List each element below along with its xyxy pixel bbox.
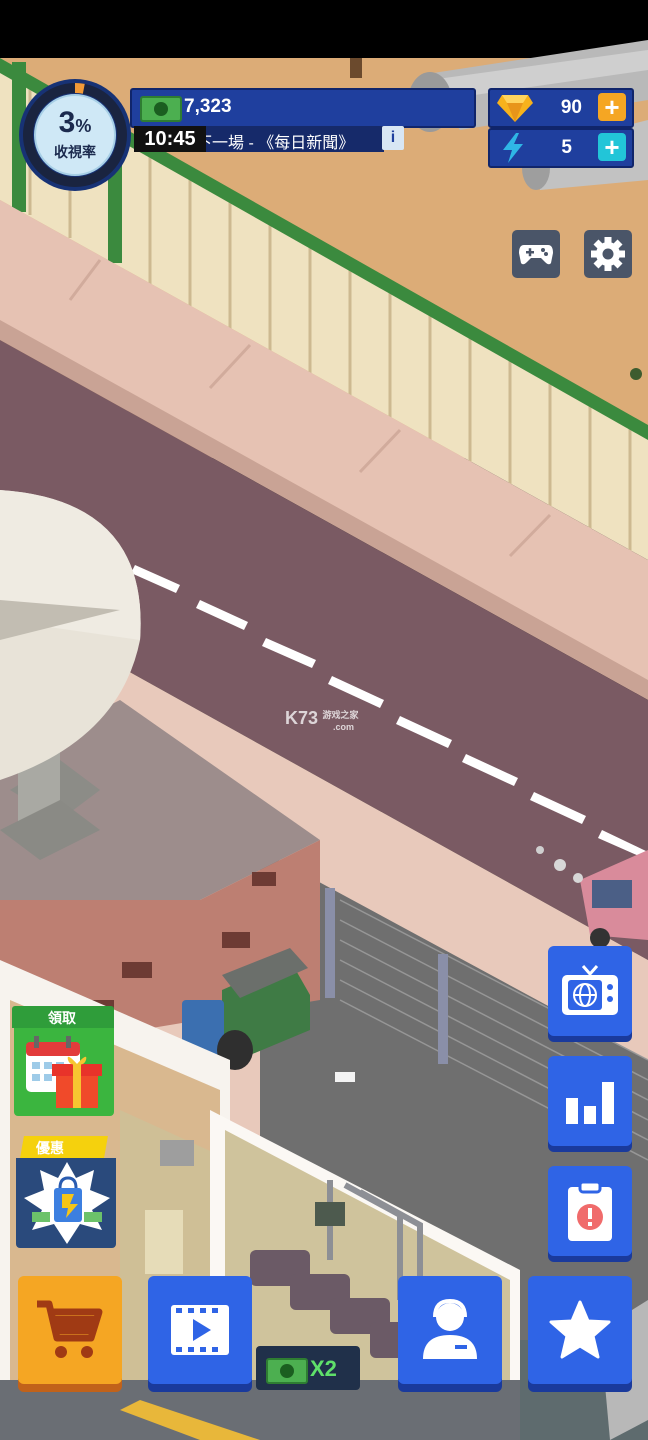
rating-value: 3	[58, 106, 76, 139]
tv-globe-icon	[562, 965, 618, 1015]
gems-bar: 90 +	[488, 88, 634, 128]
broadcast-button[interactable]	[548, 946, 632, 1036]
rating-label: 收視率	[54, 144, 96, 160]
shop-button[interactable]	[18, 1276, 122, 1384]
money-icon	[266, 1358, 308, 1384]
add-energy-button[interactable]: +	[598, 133, 626, 161]
rating-dial[interactable]: 3% 收視率	[16, 76, 134, 194]
money-multiplier-badge: X2	[256, 1346, 360, 1390]
calendar-gift-icon	[26, 1036, 102, 1108]
gem-icon	[497, 95, 533, 122]
stats-button[interactable]	[548, 1056, 632, 1146]
watermark: K73 游戏之家 .com	[285, 708, 359, 732]
watermark-sub: 游戏之家	[322, 710, 359, 720]
shopping-bag-icon	[24, 1162, 110, 1244]
star-icon	[549, 1300, 611, 1359]
bar-chart-icon	[566, 1082, 614, 1124]
settings-button[interactable]	[584, 230, 632, 278]
watermark-brand: K73	[285, 708, 319, 728]
energy-value: 5	[561, 137, 572, 158]
clock-time: 10:45	[134, 126, 206, 152]
minigame-button[interactable]	[512, 230, 560, 278]
favorites-button[interactable]	[528, 1276, 632, 1384]
energy-bar: 5 +	[488, 128, 634, 168]
watermark-domain: .com	[333, 722, 355, 732]
rating-unit: %	[75, 116, 92, 136]
lightning-icon	[503, 133, 523, 163]
gems-value: 90	[560, 97, 582, 118]
clipboard-alert-icon	[568, 1180, 612, 1241]
add-gems-button[interactable]: +	[598, 93, 626, 121]
staff-icon	[423, 1298, 477, 1359]
daily-reward-label: 領取	[48, 1010, 76, 1026]
daily-reward-button[interactable]: 領取	[12, 1006, 114, 1118]
multiplier-label: X2	[310, 1356, 337, 1381]
offer-label: 優惠	[36, 1140, 64, 1156]
money-bar: 7,323	[130, 88, 476, 128]
special-offer-button[interactable]: 優惠	[14, 1136, 116, 1248]
cart-icon	[37, 1300, 103, 1358]
video-icon	[171, 1305, 229, 1355]
watch-video-button[interactable]	[148, 1276, 252, 1384]
staff-button[interactable]	[398, 1276, 502, 1384]
gamepad-icon	[519, 245, 553, 265]
ticker-text: 下一場 - 《每日新聞》	[196, 135, 355, 152]
rating-value-group: 3%	[16, 106, 134, 140]
money-value: 7,323	[184, 96, 232, 117]
info-button[interactable]: i	[382, 126, 404, 150]
tasks-button[interactable]	[548, 1166, 632, 1256]
gear-icon	[591, 237, 625, 271]
money-icon	[140, 96, 182, 122]
